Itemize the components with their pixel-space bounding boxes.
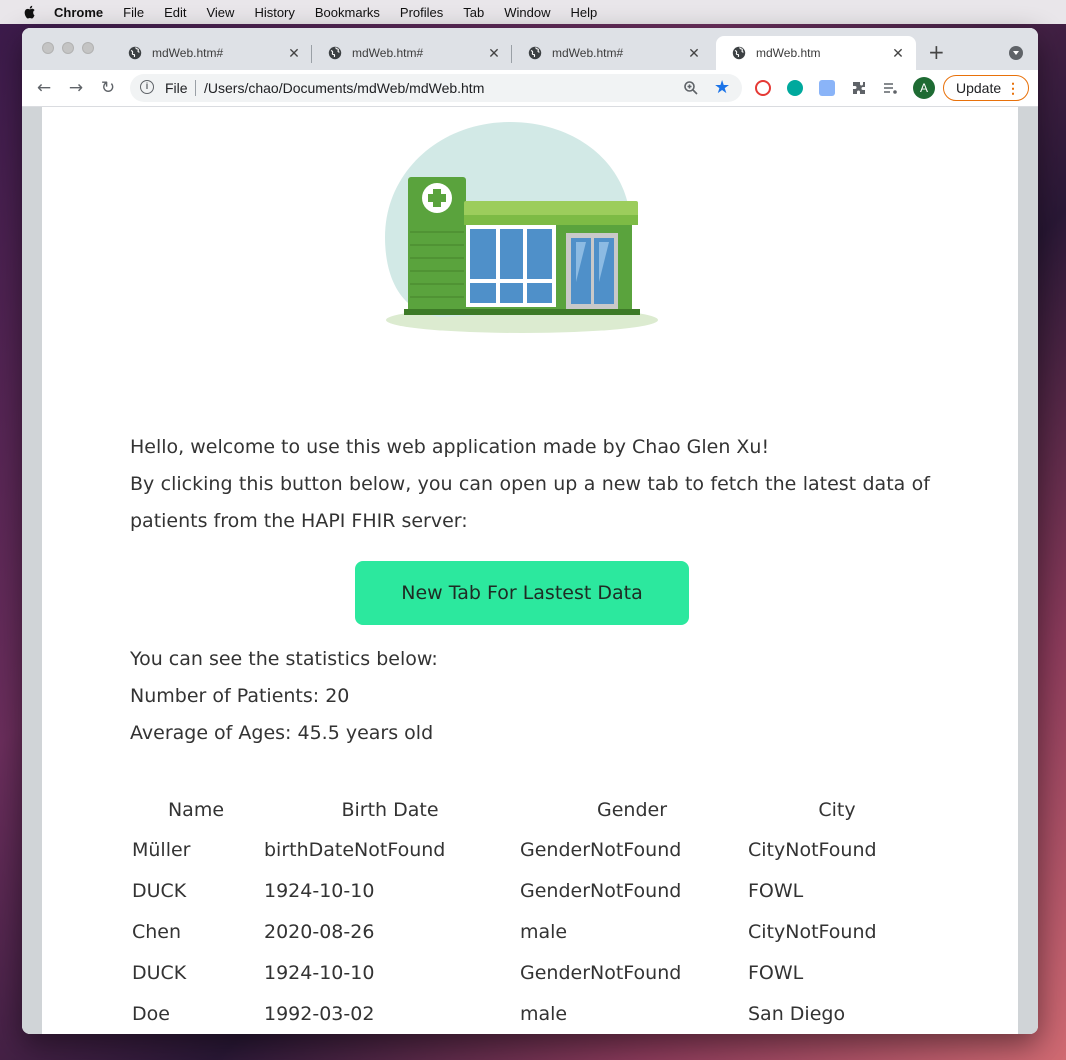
- menu-help[interactable]: Help: [571, 5, 598, 20]
- cell-birth-date: 1924-10-10: [264, 879, 375, 902]
- browser-tab-1[interactable]: mdWeb.htm# ✕: [112, 36, 312, 70]
- compass-extension-icon[interactable]: [755, 80, 771, 96]
- menu-app-name[interactable]: Chrome: [54, 5, 103, 20]
- globe-icon: [732, 46, 746, 60]
- instructions-text: By clicking this button below, you can o…: [130, 473, 930, 532]
- column-header-birth-date: Birth Date: [341, 799, 439, 821]
- menu-file[interactable]: File: [123, 5, 144, 20]
- browser-tab-4-active[interactable]: mdWeb.htm ✕: [716, 36, 916, 70]
- menu-history[interactable]: History: [254, 5, 294, 20]
- tab-title: mdWeb.htm#: [352, 46, 424, 60]
- cell-name: DUCK: [132, 961, 187, 984]
- table-row: DUCK 1924-10-10 GenderNotFound FOWL: [130, 870, 928, 911]
- bookmark-star-icon[interactable]: ★: [714, 77, 730, 98]
- cell-city: FOWL: [748, 879, 804, 902]
- globe-icon: [328, 46, 342, 60]
- patients-table: Name Birth Date Gender City Müller birth…: [130, 791, 928, 1034]
- window-controls: [42, 42, 94, 54]
- menu-window[interactable]: Window: [504, 5, 550, 20]
- reload-icon[interactable]: ↻: [98, 78, 118, 98]
- puzzle-extensions-icon[interactable]: [851, 80, 867, 96]
- menu-edit[interactable]: Edit: [164, 5, 186, 20]
- patient-count-text: Number of Patients: 20: [130, 685, 350, 707]
- menu-profiles[interactable]: Profiles: [400, 5, 443, 20]
- cell-gender: male: [520, 1002, 568, 1025]
- cell-city: CityNotFound: [748, 920, 877, 943]
- globe-icon: [128, 46, 142, 60]
- apple-logo-icon[interactable]: [22, 4, 38, 20]
- cell-birth-date: birthDateNotFound: [264, 838, 446, 861]
- close-tab-icon[interactable]: ✕: [686, 45, 702, 62]
- tab-search-chevron-icon[interactable]: [1009, 46, 1023, 60]
- cell-city: FOWL: [748, 961, 804, 984]
- browser-tab-3[interactable]: mdWeb.htm# ✕: [512, 36, 712, 70]
- tab-title: mdWeb.htm: [756, 46, 821, 60]
- browser-toolbar: ← → ↻ i File /Users/chao/Documents/mdWeb…: [22, 70, 1038, 107]
- globe-icon: [528, 46, 542, 60]
- new-tab-plus-icon[interactable]: +: [928, 40, 945, 64]
- more-menu-icon[interactable]: ⋮: [1006, 76, 1020, 100]
- url-scheme-label: File: [165, 80, 188, 96]
- table-header-row: Name Birth Date Gender City: [130, 791, 928, 829]
- table-row: Doe 1992-03-02 male San Diego: [130, 993, 928, 1034]
- stats-intro-text: You can see the statistics below:: [130, 648, 438, 670]
- page-viewport: Hello, welcome to use this web applicati…: [22, 107, 1038, 1034]
- menu-bookmarks[interactable]: Bookmarks: [315, 5, 380, 20]
- cell-birth-date: 1924-10-10: [264, 961, 375, 984]
- download-extension-icon[interactable]: [787, 80, 803, 96]
- welcome-text: Hello, welcome to use this web applicati…: [130, 436, 770, 458]
- cell-gender: GenderNotFound: [520, 879, 682, 902]
- url-text[interactable]: /Users/chao/Documents/mdWeb/mdWeb.htm: [204, 80, 484, 96]
- zoom-icon[interactable]: [683, 80, 699, 96]
- column-header-city: City: [818, 799, 856, 821]
- cell-city: CityNotFound: [748, 838, 877, 861]
- average-age-text: Average of Ages: 45.5 years old: [130, 722, 434, 744]
- tab-strip: mdWeb.htm# ✕ mdWeb.htm# ✕ mdWeb.htm# ✕ m…: [22, 28, 1038, 70]
- cell-birth-date: 1992-03-02: [264, 1002, 375, 1025]
- column-header-gender: Gender: [596, 799, 668, 821]
- translate-extension-icon[interactable]: [819, 80, 835, 96]
- update-label: Update: [956, 80, 1002, 96]
- macos-menubar: Chrome File Edit View History Bookmarks …: [0, 0, 1066, 24]
- cell-birth-date: 2020-08-26: [264, 920, 375, 943]
- table-row: Müller birthDateNotFound GenderNotFound …: [130, 829, 928, 870]
- table-row: Chen 2020-08-26 male CityNotFound: [130, 911, 928, 952]
- clinic-building-illustration: [385, 122, 658, 333]
- close-tab-icon[interactable]: ✕: [890, 45, 906, 62]
- update-button[interactable]: Update ⋮: [943, 75, 1029, 101]
- column-header-name: Name: [167, 799, 225, 821]
- zoom-window-button[interactable]: [82, 42, 94, 54]
- cell-gender: GenderNotFound: [520, 961, 682, 984]
- cell-gender: GenderNotFound: [520, 838, 682, 861]
- close-tab-icon[interactable]: ✕: [486, 45, 502, 62]
- close-window-button[interactable]: [42, 42, 54, 54]
- site-info-icon[interactable]: i: [140, 80, 154, 94]
- address-bar[interactable]: i File /Users/chao/Documents/mdWeb/mdWeb…: [130, 74, 742, 102]
- menu-tab[interactable]: Tab: [463, 5, 484, 20]
- menu-view[interactable]: View: [206, 5, 234, 20]
- new-tab-latest-data-button[interactable]: New Tab For Lastest Data: [355, 561, 689, 625]
- cell-name: Chen: [132, 920, 182, 943]
- minimize-window-button[interactable]: [62, 42, 74, 54]
- tab-title: mdWeb.htm#: [152, 46, 224, 60]
- cell-city: San Diego: [748, 1002, 846, 1025]
- reading-list-icon[interactable]: [882, 80, 898, 96]
- page-content: Hello, welcome to use this web applicati…: [42, 107, 1018, 1034]
- back-arrow-icon[interactable]: ←: [34, 78, 54, 98]
- table-row: DUCK 1924-10-10 GenderNotFound FOWL: [130, 952, 928, 993]
- tab-title: mdWeb.htm#: [552, 46, 624, 60]
- profile-avatar[interactable]: A: [913, 77, 935, 99]
- cell-name: Müller: [132, 838, 191, 861]
- cell-name: Doe: [132, 1002, 170, 1025]
- url-divider: [195, 80, 196, 96]
- close-tab-icon[interactable]: ✕: [286, 45, 302, 62]
- cell-gender: male: [520, 920, 568, 943]
- cell-name: DUCK: [132, 879, 187, 902]
- browser-tab-2[interactable]: mdWeb.htm# ✕: [312, 36, 512, 70]
- forward-arrow-icon[interactable]: →: [66, 78, 86, 98]
- browser-window: mdWeb.htm# ✕ mdWeb.htm# ✕ mdWeb.htm# ✕ m…: [22, 28, 1038, 1034]
